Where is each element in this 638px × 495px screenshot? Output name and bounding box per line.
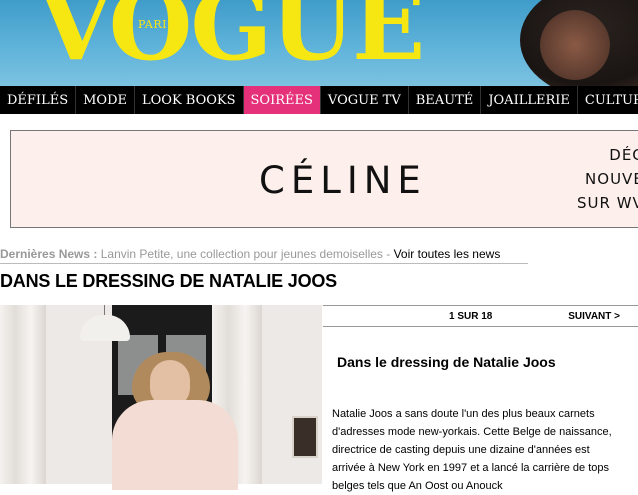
nav-item-d-fil-s[interactable]: DÉFILÉS (0, 86, 77, 114)
next-button[interactable]: SUIVANT > (568, 311, 620, 322)
nav-item-joaillerie[interactable]: JOAILLERIE (481, 86, 578, 114)
pendant-lamp (80, 305, 130, 341)
page-counter: 1 SUR 18 (449, 311, 493, 322)
nav-item-mode[interactable]: MODE (76, 86, 135, 114)
ad-text: DÉC NOUVE SUR WV (577, 143, 638, 215)
ad-brand-logo: CÉLINE (259, 159, 427, 202)
divider (0, 263, 528, 264)
news-ticker: Dernières News : Lanvin Petite, une coll… (0, 246, 638, 262)
nav-item-look-books[interactable]: LOOK BOOKS (135, 86, 244, 114)
page-title: DANS LE DRESSING DE NATALIE JOOS (0, 271, 337, 291)
ad-line: SUR WV (577, 194, 638, 212)
nav-item-culture[interactable]: CULTURE (578, 86, 638, 114)
ad-line: DÉC (609, 146, 638, 164)
ad-banner[interactable]: CÉLINE DÉC NOUVE SUR WV (10, 130, 638, 228)
main-nav: DÉFILÉS MODE LOOK BOOKS SOIRÉES VOGUE TV BEAU… (0, 86, 638, 114)
edition-label: PARIS (138, 18, 175, 31)
ticker-label: Dernières News : (0, 247, 98, 261)
ticker-headline-link[interactable]: Lanvin Petite, une collection pour jeune… (101, 247, 391, 261)
person-shirt (112, 400, 238, 490)
vogue-logo[interactable]: VOGUE (38, 0, 425, 74)
masthead: VOGUE PARIS (0, 0, 638, 86)
article-body: Natalie Joos a sans doute l'un des plus … (332, 408, 612, 492)
all-news-link[interactable]: Voir toutes les news (394, 247, 501, 261)
article-heading: Dans le dressing de Natalie Joos (337, 354, 556, 370)
nav-item-beaut-[interactable]: BEAUTÉ (409, 86, 482, 114)
lamp-shade (80, 315, 130, 341)
wall-art (292, 416, 318, 458)
ad-line: NOUVE (585, 170, 638, 188)
nav-item-soir-es[interactable]: SOIRÉES (243, 86, 321, 114)
nav-item-vogue-tv[interactable]: VOGUE TV (321, 86, 409, 114)
curtain (0, 305, 46, 484)
gallery-pager: 1 SUR 18 SUIVANT > (323, 305, 638, 327)
cover-model-face (540, 10, 610, 80)
